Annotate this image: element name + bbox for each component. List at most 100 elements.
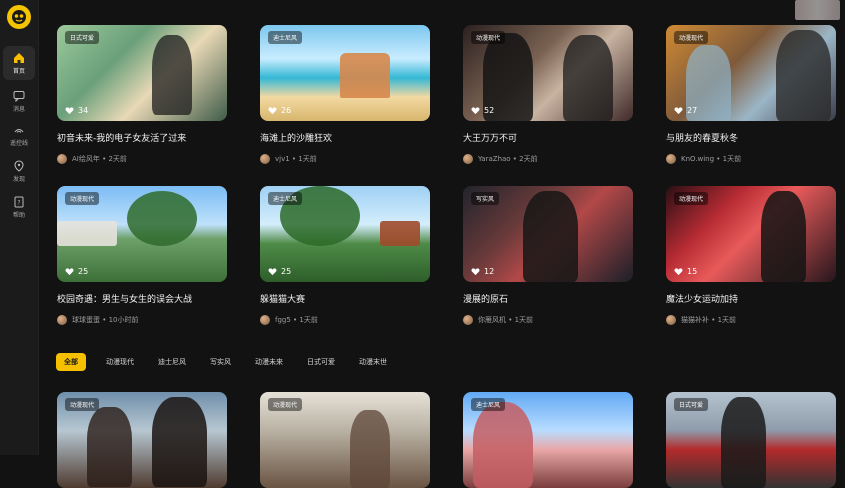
story-card[interactable]: 日式可爱 [666, 392, 836, 488]
story-card[interactable]: 日式可爱 34 初音未来-我的电子女友活了过来 AI绘风年 • 2天前 [57, 25, 227, 164]
logo[interactable] [7, 5, 31, 29]
card-meta: fgg5 • 1天前 [260, 315, 430, 325]
card-thumbnail[interactable]: 迪士尼风 [463, 392, 633, 488]
sidebar-item-label: 遥控线 [9, 139, 28, 147]
card-title[interactable]: 躲猫猫大赛 [260, 292, 430, 305]
author-name[interactable]: 猫猫补补 [681, 315, 709, 325]
sidebar-item-label: 发现 [12, 175, 25, 183]
post-time: 1天前 [722, 155, 742, 163]
like-count[interactable]: 25 [268, 267, 291, 276]
avatar[interactable] [463, 315, 473, 325]
filter-chip-all[interactable]: 全部 [56, 353, 86, 371]
like-count[interactable]: 26 [268, 106, 291, 115]
story-card[interactable]: 动漫现代 27 与朋友的春夏秋冬 KnO.wing • 1天前 [666, 25, 836, 164]
meta-separator: • [99, 155, 109, 163]
card-thumbnail[interactable]: 动漫现代 25 [57, 186, 227, 282]
card-tag: 动漫现代 [674, 31, 709, 44]
avatar[interactable] [57, 315, 67, 325]
post-time: 1天前 [298, 155, 317, 163]
card-tag: 动漫现代 [268, 398, 303, 411]
card-thumbnail[interactable]: 写实风 12 [463, 186, 633, 282]
card-thumbnail[interactable]: 日式可爱 34 [57, 25, 227, 121]
card-meta: 球球蛋蛋 • 10小时前 [57, 315, 227, 325]
card-meta: KnO.wing • 1天前 [666, 154, 836, 164]
author-name[interactable]: YaraZhao [478, 155, 511, 163]
card-title[interactable]: 魔法少女运动加持 [666, 292, 836, 305]
meta-separator: • [506, 316, 515, 324]
author-name[interactable]: 你雁风机 [478, 315, 506, 325]
avatar[interactable] [57, 154, 67, 164]
filter-chip[interactable]: 动漫未来 [255, 357, 283, 367]
card-thumbnail[interactable]: 日式可爱 [666, 392, 836, 488]
like-count[interactable]: 12 [471, 267, 494, 276]
heart-icon [471, 268, 480, 276]
svg-text:?: ? [17, 199, 20, 206]
avatar[interactable] [463, 154, 473, 164]
sidebar-item-messages[interactable]: 消息 [3, 84, 35, 118]
card-title[interactable]: 校园奇遇：男生与女生的误会大战 [57, 292, 227, 305]
post-time: 1天前 [299, 316, 318, 324]
filter-chip[interactable]: 动漫现代 [106, 357, 134, 367]
card-title[interactable]: 大王万万不可 [463, 131, 633, 144]
story-card[interactable]: 迪士尼风 25 躲猫猫大赛 fgg5 • 1天前 [260, 186, 430, 325]
story-card[interactable]: 动漫现代 [260, 392, 430, 488]
card-thumbnail[interactable]: 动漫现代 52 [463, 25, 633, 121]
home-icon [14, 52, 24, 63]
card-tag: 动漫现代 [65, 192, 100, 205]
card-thumbnail[interactable]: 动漫现代 27 [666, 25, 836, 121]
card-title[interactable]: 漫展的原石 [463, 292, 633, 305]
story-card[interactable]: 动漫现代 15 魔法少女运动加持 猫猫补补 • 1天前 [666, 186, 836, 325]
card-title[interactable]: 初音未来-我的电子女友活了过来 [57, 131, 227, 144]
meta-separator: • [100, 316, 109, 324]
story-card[interactable]: 迪士尼风 26 海滩上的沙雕狂欢 vjv1 • 1天前 [260, 25, 430, 164]
author-name[interactable]: AI绘风年 [72, 154, 100, 164]
sidebar: 首页 消息 遥控线 发现 ? 帮助 [0, 0, 39, 455]
sidebar-item-signal[interactable]: 遥控线 [3, 118, 35, 152]
sidebar-item-help[interactable]: ? 帮助 [3, 190, 35, 224]
avatar[interactable] [260, 315, 270, 325]
like-count[interactable]: 25 [65, 267, 88, 276]
filter-chip[interactable]: 写实风 [210, 357, 231, 367]
location-icon [14, 159, 24, 172]
card-thumbnail[interactable]: 动漫现代 [57, 392, 227, 488]
story-card[interactable]: 写实风 12 漫展的原石 你雁风机 • 1天前 [463, 186, 633, 325]
avatar[interactable] [666, 154, 676, 164]
card-thumbnail[interactable]: 迪士尼风 25 [260, 186, 430, 282]
author-name[interactable]: 球球蛋蛋 [72, 315, 100, 325]
story-card[interactable]: 迪士尼风 [463, 392, 633, 488]
author-name[interactable]: fgg5 [275, 316, 291, 324]
like-count[interactable]: 27 [674, 106, 697, 115]
heart-icon [268, 268, 277, 276]
like-number: 25 [78, 267, 89, 276]
card-thumbnail[interactable]: 迪士尼风 26 [260, 25, 430, 121]
filter-chip[interactable]: 迪士尼风 [158, 357, 186, 367]
sidebar-item-label: 消息 [12, 105, 25, 113]
card-thumbnail[interactable]: 动漫现代 [260, 392, 430, 488]
like-number: 25 [281, 267, 292, 276]
meta-separator: • [289, 155, 299, 163]
avatar[interactable] [666, 315, 676, 325]
card-meta: 你雁风机 • 1天前 [463, 315, 633, 325]
story-card[interactable]: 动漫现代 25 校园奇遇：男生与女生的误会大战 球球蛋蛋 • 10小时前 [57, 186, 227, 325]
like-count[interactable]: 15 [674, 267, 697, 276]
sidebar-item-home[interactable]: 首页 [3, 46, 35, 80]
card-thumbnail[interactable]: 动漫现代 15 [666, 186, 836, 282]
meta-separator: • [714, 155, 723, 163]
filter-chip[interactable]: 日式可爱 [307, 357, 335, 367]
story-card[interactable]: 动漫现代 [57, 392, 227, 488]
filter-chip[interactable]: 动漫末世 [359, 357, 387, 367]
like-count[interactable]: 34 [65, 106, 88, 115]
story-card[interactable]: 动漫现代 52 大王万万不可 YaraZhao • 2天前 [463, 25, 633, 164]
heart-icon [65, 268, 74, 276]
card-tag: 日式可爱 [674, 398, 709, 411]
author-name[interactable]: KnO.wing [681, 155, 714, 163]
card-title[interactable]: 海滩上的沙雕狂欢 [260, 131, 430, 144]
sidebar-item-discover[interactable]: 发现 [3, 154, 35, 188]
card-tag: 日式可爱 [65, 31, 100, 44]
card-tag: 迪士尼风 [268, 192, 303, 205]
like-count[interactable]: 52 [471, 106, 494, 115]
author-name[interactable]: vjv1 [275, 155, 290, 163]
card-title[interactable]: 与朋友的春夏秋冬 [666, 131, 836, 144]
avatar[interactable] [260, 154, 270, 164]
heart-icon [268, 107, 277, 115]
